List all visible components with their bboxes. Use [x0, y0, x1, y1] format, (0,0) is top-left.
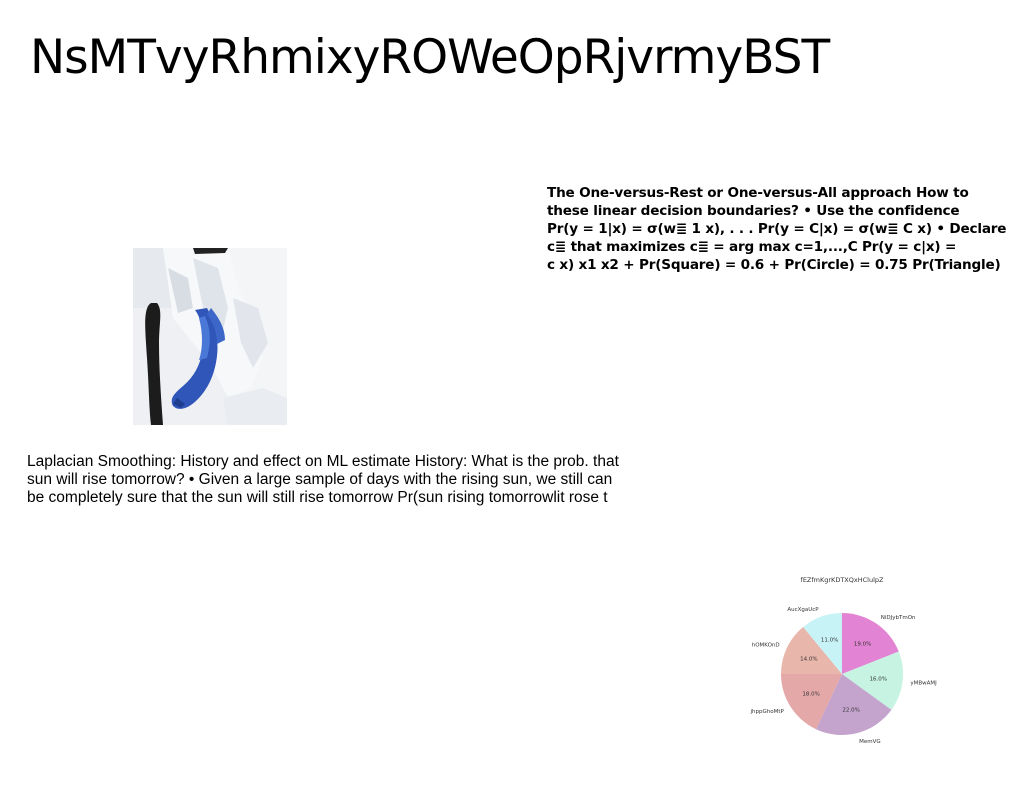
page-title: NsMTvyRhmixyROWeOpRjvrmyBST [30, 30, 830, 85]
text-line: c≣ that maximizes c≣ = arg max c=1,...,C… [547, 239, 957, 255]
text-line: Laplacian Smoothing: History and effect … [27, 453, 619, 470]
pie-slice-category-label: yMBwAMJ [910, 681, 937, 687]
pie-slice-category-label: hOMKOnD [752, 643, 780, 649]
text-line: The One-versus-Rest or One-versus-All ap… [547, 185, 969, 201]
pie-slice-percent-label: 11.0% [821, 638, 838, 644]
pie-slice-percent-label: 22.0% [842, 707, 859, 713]
ovr-text-block: The One-versus-Rest or One-versus-All ap… [547, 184, 1024, 274]
text-line: Pr(y = 1|x) = σ(w≣ 1 x), . . . Pr(y = C|… [547, 221, 1007, 237]
text-line: be completely sure that the sun will sti… [27, 489, 608, 506]
pie-slice-category-label: NiDJybTmOn [881, 615, 916, 621]
pie-slice-percent-label: 19.0% [854, 642, 871, 648]
pie-slice-category-label: AucXgaUcP [787, 607, 819, 613]
text-line: these linear decision boundaries? • Use … [547, 203, 960, 219]
pie-slice-percent-label: 18.0% [802, 692, 819, 698]
photo-image [133, 248, 287, 425]
chart-title: fEZfmKgrKDTXQxHClulpZ [801, 576, 884, 584]
pie-chart: fEZfmKgrKDTXQxHClulpZ 19.0% NiDJybTmOn 16.… [748, 570, 948, 770]
pie-slice-percent-label: 14.0% [800, 656, 817, 662]
text-line: c x) x1 x2 + Pr(Square) = 0.6 + Pr(Circl… [547, 257, 1001, 273]
text-line: sun will rise tomorrow? • Given a large … [27, 471, 613, 488]
pie-slice-category-label: jhppGhoMtP [749, 709, 784, 715]
pie-chart-svg: fEZfmKgrKDTXQxHClulpZ 19.0% NiDJybTmOn 16.… [749, 576, 937, 745]
pie-slice-category-label: MemVG [859, 739, 881, 745]
pie-slice-percent-label: 16.0% [870, 677, 887, 683]
laplacian-text-block: Laplacian Smoothing: History and effect … [27, 453, 642, 507]
